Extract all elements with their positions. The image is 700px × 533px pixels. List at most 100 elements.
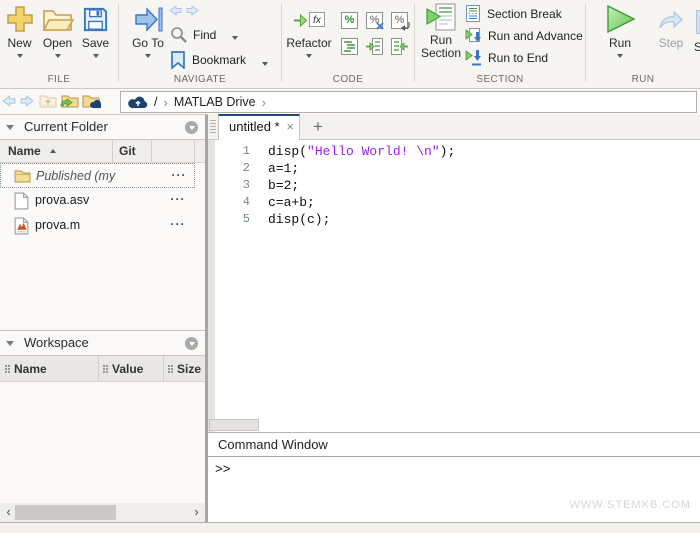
scroll-left-arrow[interactable]: ‹ (2, 503, 15, 522)
editor-scrollbar-corner[interactable] (209, 419, 259, 431)
document-icon (14, 192, 29, 210)
bookmark-button[interactable]: Bookmark (170, 51, 246, 69)
browse-folder-button[interactable] (60, 93, 79, 114)
drag-handle-icon[interactable] (103, 365, 105, 367)
scroll-right-arrow[interactable]: › (190, 503, 203, 522)
collapse-panel-icon[interactable] (6, 125, 14, 130)
column-value[interactable]: Value (112, 362, 143, 376)
wrap-comments-button[interactable]: % (391, 12, 408, 29)
more-options-button[interactable]: ··· (165, 168, 193, 182)
indent-left-button[interactable] (391, 38, 408, 60)
stop-button-clipped[interactable]: S (694, 40, 700, 54)
file-row-prova-m[interactable]: prova.m ··· (0, 213, 195, 238)
breadcrumb-root[interactable]: / (154, 95, 157, 109)
collapse-panel-icon[interactable] (6, 341, 14, 346)
upload-button[interactable] (82, 93, 101, 114)
tab-label: untitled * (229, 119, 280, 134)
run-to-end-label: Run to End (488, 51, 548, 65)
breadcrumb-matlab-drive[interactable]: MATLAB Drive (174, 95, 256, 109)
run-section-button[interactable]: Run Section (418, 2, 464, 60)
column-separator[interactable] (112, 140, 113, 163)
navigate-forward-button[interactable] (185, 4, 199, 22)
comment-icon: % (345, 14, 355, 26)
refactor-icon: fx (293, 2, 325, 36)
save-button[interactable]: Save (77, 2, 114, 58)
folder-go-icon (60, 93, 79, 109)
search-icon (170, 26, 187, 43)
column-separator[interactable] (151, 140, 152, 163)
smart-indent-icon (341, 38, 358, 55)
navigate-back-button[interactable] (169, 4, 183, 22)
goto-dropdown-caret[interactable] (145, 54, 151, 58)
open-button[interactable]: Open (39, 2, 76, 58)
navigate-section-label: NAVIGATE (119, 74, 281, 85)
breadcrumb[interactable]: / › MATLAB Drive › (120, 91, 697, 113)
find-button[interactable]: Find (170, 26, 216, 43)
column-separator[interactable] (98, 356, 99, 382)
indent-right-button[interactable] (366, 38, 383, 60)
command-window[interactable]: Command Window >> WWW.STEMKB.COM (208, 433, 700, 522)
refactor-dropdown-caret[interactable] (306, 54, 312, 58)
save-label: Save (82, 36, 109, 50)
panel-options-button[interactable] (185, 337, 198, 350)
file-row-prova-asv[interactable]: prova.asv ··· (0, 188, 195, 213)
code-editor[interactable]: 1 2 3 4 5 disp("Hello World! \n"); a=1; … (208, 140, 700, 432)
line-number: 5 (218, 211, 250, 228)
comment-button[interactable]: % (341, 12, 358, 29)
back-arrow-icon (2, 95, 17, 108)
column-separator[interactable] (194, 140, 195, 163)
open-label: Open (43, 36, 72, 50)
more-options-button[interactable]: ··· (164, 217, 192, 231)
section-break-icon (465, 5, 481, 22)
goto-icon (134, 2, 163, 36)
run-dropdown-caret[interactable] (617, 54, 623, 58)
horizontal-scrollbar[interactable]: ‹ › (0, 503, 205, 522)
history-forward-button[interactable] (19, 95, 34, 113)
history-back-button[interactable] (2, 95, 17, 113)
ribbon-section-file: New Open Save FILE (0, 0, 118, 88)
new-button[interactable]: New (1, 2, 38, 58)
uncomment-button[interactable]: % (366, 12, 383, 29)
drag-handle-icon[interactable] (5, 365, 7, 367)
file-row-published[interactable]: Published (my ··· (0, 163, 195, 188)
column-size[interactable]: Size (177, 362, 201, 376)
path-toolbar: / › MATLAB Drive › (0, 89, 700, 115)
save-dropdown-caret[interactable] (93, 54, 99, 58)
column-name[interactable]: Name (14, 362, 47, 376)
more-options-button[interactable]: ··· (164, 192, 192, 206)
open-dropdown-caret[interactable] (55, 54, 61, 58)
watermark-text: WWW.STEMKB.COM (569, 499, 691, 511)
run-and-advance-button[interactable]: Run and Advance (465, 27, 583, 44)
back-arrow-icon (169, 5, 183, 17)
new-dropdown-caret[interactable] (17, 54, 23, 58)
find-dropdown-caret[interactable] (232, 36, 238, 40)
editor-tab-strip: untitled * × + (208, 114, 700, 140)
column-name[interactable]: Name (8, 144, 41, 158)
step-icon (657, 2, 685, 36)
tab-strip-grip-icon[interactable] (210, 120, 216, 134)
up-one-level-button[interactable] (39, 93, 57, 114)
bookmark-dropdown-caret[interactable] (262, 62, 268, 66)
section-break-button[interactable]: Section Break (465, 5, 562, 22)
window-bottom-strip (0, 522, 700, 533)
drag-handle-icon[interactable] (168, 365, 170, 367)
tab-untitled[interactable]: untitled * × (218, 114, 300, 140)
scrollbar-thumb[interactable] (15, 505, 116, 520)
goto-button[interactable]: Go To (126, 2, 170, 58)
bookmark-label: Bookmark (192, 53, 246, 67)
smart-indent-button[interactable] (341, 38, 358, 60)
run-and-advance-icon (465, 27, 482, 44)
close-icon[interactable]: × (286, 119, 294, 134)
run-to-end-button[interactable]: Run to End (465, 49, 548, 66)
run-label: Run (609, 36, 631, 50)
refactor-button[interactable]: fx Refactor (284, 2, 334, 58)
section-section-label: SECTION (415, 74, 585, 85)
section-break-label: Section Break (487, 7, 562, 21)
code-section-label: CODE (282, 74, 414, 85)
column-separator[interactable] (163, 356, 164, 382)
run-button[interactable]: Run (600, 2, 640, 58)
panel-options-button[interactable] (185, 121, 198, 134)
column-git[interactable]: Git (119, 144, 136, 158)
stop-icon-clipped (696, 10, 700, 34)
new-tab-button[interactable]: + (308, 114, 328, 140)
